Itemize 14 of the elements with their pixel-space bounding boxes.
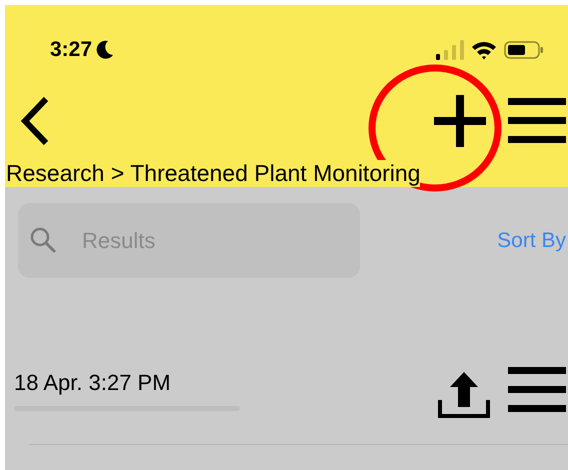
wifi-icon bbox=[471, 40, 497, 60]
add-button[interactable] bbox=[434, 94, 486, 146]
status-time: 3:27 bbox=[50, 38, 92, 62]
menu-icon[interactable] bbox=[508, 96, 568, 146]
back-button[interactable] bbox=[20, 96, 50, 146]
entry-date: 18 Apr. 3:27 PM bbox=[14, 370, 172, 396]
search-icon bbox=[30, 227, 56, 253]
upload-icon[interactable] bbox=[438, 370, 490, 420]
moon-icon bbox=[96, 40, 114, 60]
sort-button[interactable]: Sort By bbox=[497, 228, 566, 252]
signal-icon bbox=[436, 40, 464, 60]
battery-icon bbox=[504, 40, 544, 60]
menu-icon[interactable] bbox=[508, 365, 568, 415]
breadcrumb: Research > Threatened Plant Monitoring bbox=[6, 160, 420, 187]
